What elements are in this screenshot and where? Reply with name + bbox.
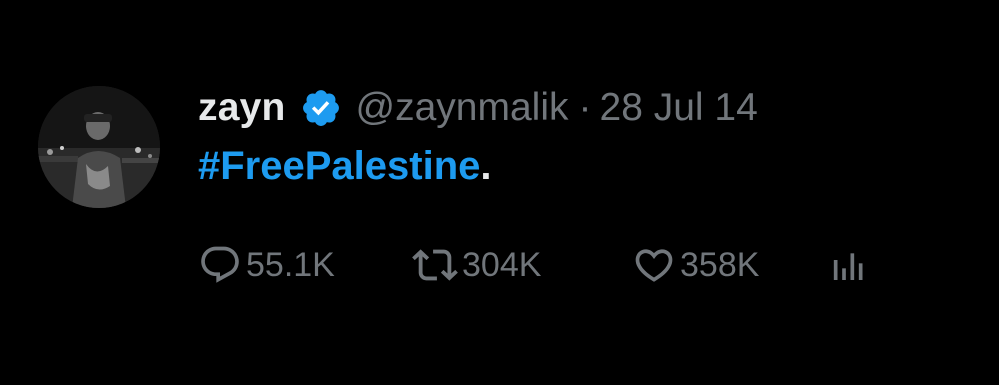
tweet-text-trailing: . — [480, 144, 492, 188]
verified-badge-icon — [300, 87, 342, 129]
hashtag-link[interactable]: #FreePalestine — [198, 144, 480, 188]
avatar[interactable] — [38, 86, 160, 208]
speech-bubble-icon — [198, 243, 242, 287]
retweet-button[interactable]: 304K — [412, 242, 632, 288]
author-handle[interactable]: @zaynmalik — [356, 86, 569, 130]
tweet-header: zayn @zaynmalik · 28 Jul 14 — [198, 80, 758, 136]
tweet-card[interactable]: zayn @zaynmalik · 28 Jul 14 #FreePalesti… — [0, 0, 999, 385]
reply-button[interactable]: 55.1K — [198, 243, 412, 287]
tweet-date[interactable]: 28 Jul 14 — [600, 86, 758, 130]
reply-count: 55.1K — [246, 245, 335, 284]
header-separator: · — [578, 86, 592, 129]
views-button[interactable] — [828, 245, 878, 285]
bar-chart-icon — [828, 245, 868, 285]
retweet-count: 304K — [462, 245, 542, 284]
avatar-photo — [38, 86, 160, 208]
like-button[interactable]: 358K — [632, 243, 828, 287]
author-name[interactable]: zayn — [198, 86, 286, 130]
tweet-text: #FreePalestine. — [198, 144, 492, 189]
heart-icon — [632, 243, 676, 287]
retweet-arrows-icon — [412, 242, 458, 288]
like-count: 358K — [680, 245, 760, 284]
tweet-actions: 55.1K 304K 358K — [198, 238, 878, 292]
